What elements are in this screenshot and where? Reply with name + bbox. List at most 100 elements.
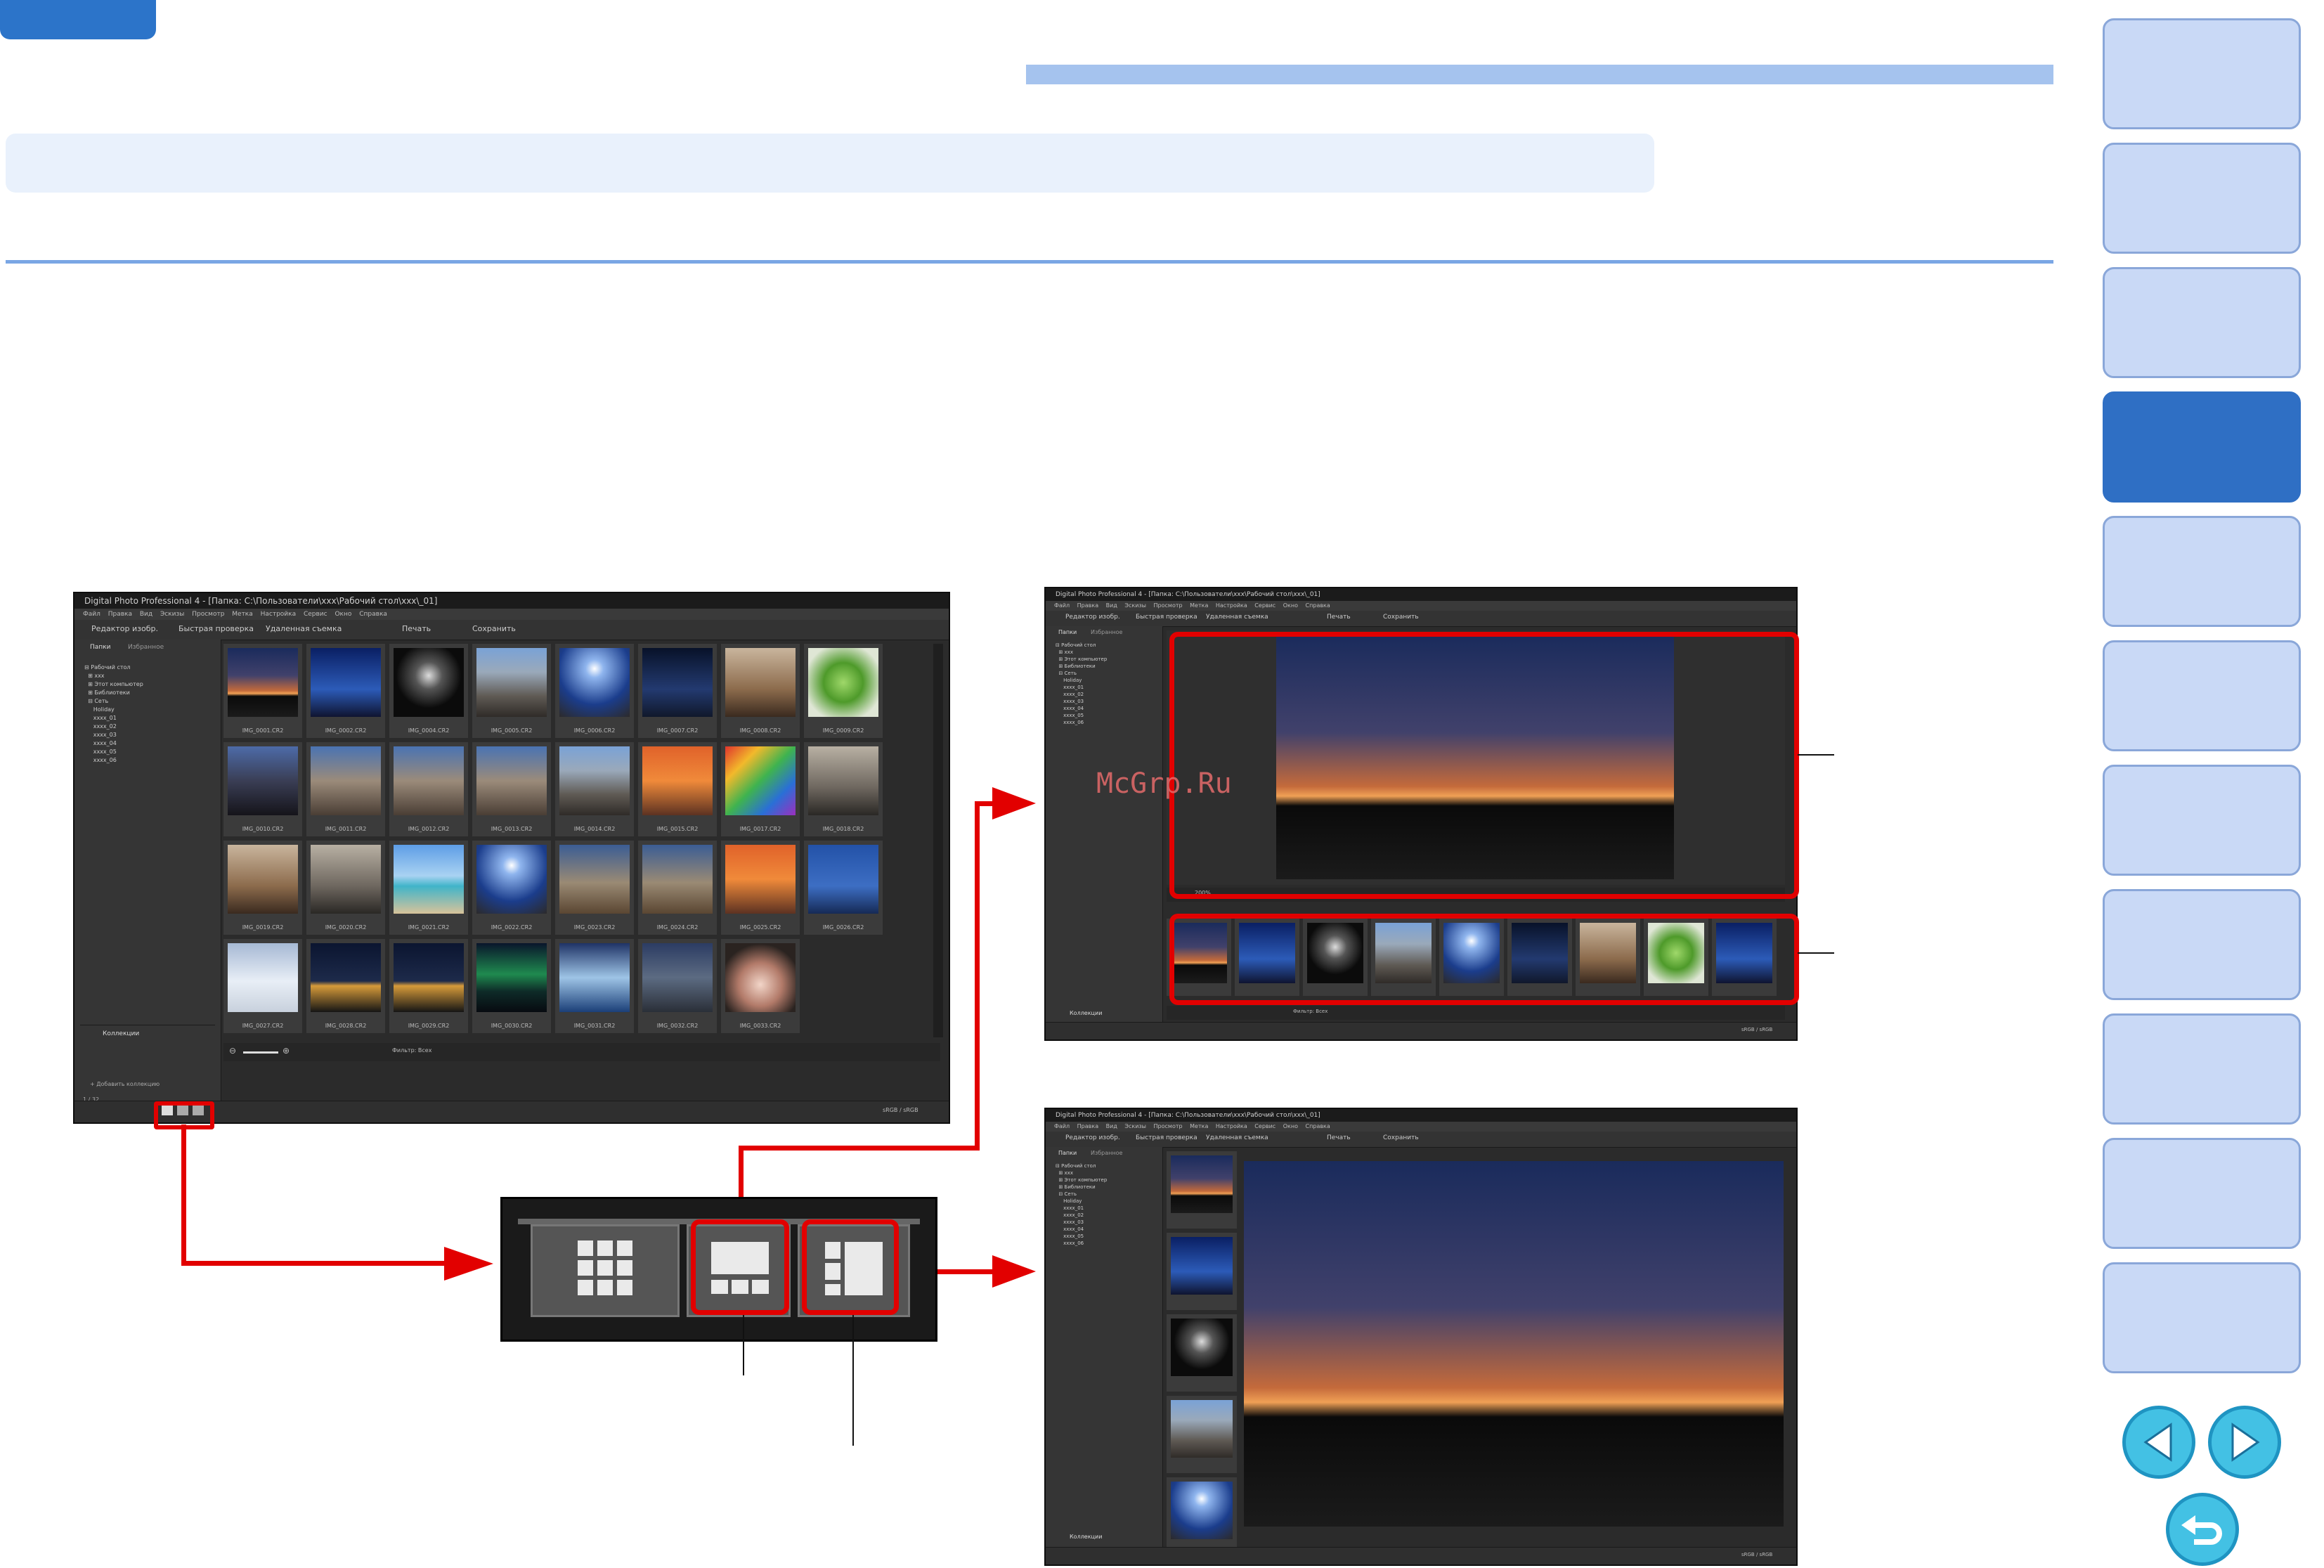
return-button[interactable] [2166,1493,2239,1566]
return-icon [2181,1515,2222,1545]
remote-shooting-button[interactable]: Удаленная съемка [266,624,342,633]
thumbnail-item[interactable]: IMG_0030.CR2 [472,939,551,1033]
print-button[interactable]: Печать [402,624,431,633]
folder-tree[interactable]: ⊟ Рабочий стол ⊞ xxx ⊞ Этот компьютер ⊞ … [1056,642,1107,726]
print-button[interactable]: Печать [1327,614,1351,621]
menu-bar[interactable]: Файл Правка Вид Эскизы Просмотр Метка На… [1046,601,1796,611]
prev-page-button[interactable] [2122,1406,2195,1479]
collections-label[interactable]: Коллекции [1070,1010,1102,1016]
thumbnail-item[interactable]: IMG_0018.CR2 [804,742,883,836]
filter-label[interactable]: Фильтр: Всех [1293,1009,1327,1014]
arrow-right-icon [2231,1423,2260,1462]
collections-label[interactable]: Коллекции [103,1030,139,1037]
thumbnail-item[interactable]: IMG_0020.CR2 [306,841,385,935]
grid-layout-button[interactable] [531,1224,680,1317]
thumbnail-image [808,648,878,717]
thumbnail-item[interactable]: IMG_0014.CR2 [555,742,634,836]
thumbnail-item[interactable]: IMG_0015.CR2 [638,742,717,836]
thumbnail-item[interactable]: IMG_0008.CR2 [721,644,800,738]
menu-bar[interactable]: Файл Правка Вид Эскизы Просмотр Метка На… [74,609,949,620]
thumbnail-item[interactable]: IMG_0004.CR2 [389,644,468,738]
thumbnail-image [394,943,464,1012]
print-button[interactable]: Печать [1327,1134,1351,1141]
thumbnail-item[interactable]: IMG_0024.CR2 [638,841,717,935]
thumbnail-item[interactable]: IMG_0021.CR2 [389,841,468,935]
nav-tab[interactable] [2103,516,2301,627]
thumbnail-item[interactable]: IMG_0006.CR2 [555,644,634,738]
nav-tab[interactable] [2103,765,2301,876]
thumbnail-item[interactable]: IMG_0033.CR2 [721,939,800,1033]
thumbnail-item[interactable]: IMG_0001.CR2 [223,644,302,738]
thumbnail-item[interactable]: IMG_0025.CR2 [721,841,800,935]
thumbnail-item[interactable]: IMG_0009.CR2 [804,644,883,738]
thumbnail-item[interactable]: IMG_0002.CR2 [306,644,385,738]
nav-tab[interactable] [2103,640,2301,751]
thumbnail-item[interactable]: IMG_0031.CR2 [555,939,634,1033]
thumbnail-item[interactable]: IMG_0013.CR2 [472,742,551,836]
filmstrip-item[interactable] [1167,1477,1237,1555]
nav-tab[interactable] [2103,889,2301,1000]
thumbnail-label: IMG_0002.CR2 [325,727,367,734]
quick-check-button[interactable]: Быстрая проверка [178,624,254,633]
status-bar: sRGB / sRGB [1046,1547,1796,1564]
thumbnail-item[interactable]: IMG_0010.CR2 [223,742,302,836]
thumbnail-item[interactable]: IMG_0019.CR2 [223,841,302,935]
tab-folders[interactable]: Папки [1058,629,1077,635]
filmstrip-item[interactable] [1167,1396,1237,1473]
save-button[interactable]: Сохранить [472,624,516,633]
tab-favorites[interactable]: Избранное [1091,1150,1122,1156]
thumbnail-label: IMG_0018.CR2 [822,826,864,832]
save-button[interactable]: Сохранить [1383,614,1419,621]
thumbnail-item[interactable]: IMG_0026.CR2 [804,841,883,935]
thumbnail-image [808,845,878,914]
quick-check-button[interactable]: Быстрая проверка [1136,614,1197,621]
thumbnail-item[interactable]: IMG_0007.CR2 [638,644,717,738]
thumbnail-label: IMG_0001.CR2 [242,727,284,734]
filmstrip-item[interactable] [1167,1314,1237,1392]
thumbnail-size-slider[interactable] [243,1051,278,1054]
nav-tab[interactable] [2103,18,2301,129]
filmstrip-item[interactable] [1167,1151,1237,1229]
nav-tab[interactable] [2103,267,2301,378]
grid-scrollbar[interactable] [933,644,943,1037]
nav-tab-active[interactable] [2103,391,2301,503]
collections-label[interactable]: Коллекции [1070,1534,1102,1540]
editor-button[interactable]: Редактор изобр. [91,624,158,633]
thumbnail-image [311,746,381,815]
folder-tree[interactable]: ⊟ Рабочий стол ⊞ xxx ⊞ Этот компьютер ⊞ … [1056,1162,1107,1247]
editor-button[interactable]: Редактор изобр. [1065,1134,1120,1141]
nav-tab[interactable] [2103,1262,2301,1373]
filmstrip-item[interactable] [1167,1233,1237,1310]
filter-label[interactable]: Фильтр: Всех [392,1047,431,1054]
save-button[interactable]: Сохранить [1383,1134,1419,1141]
nav-tab[interactable] [2103,1138,2301,1249]
thumbnail-item[interactable]: IMG_0022.CR2 [472,841,551,935]
folder-tree[interactable]: ⊟ Рабочий стол ⊞ xxx ⊞ Этот компьютер ⊞ … [84,663,143,765]
zoom-out-icon[interactable]: ⊖ [229,1046,236,1056]
thumbnail-item[interactable]: IMG_0017.CR2 [721,742,800,836]
nav-tab[interactable] [2103,1013,2301,1125]
tab-favorites[interactable]: Избранное [128,644,164,651]
thumbnail-label: IMG_0011.CR2 [325,826,367,832]
zoom-in-icon[interactable]: ⊕ [283,1046,290,1056]
thumbnail-item[interactable]: IMG_0027.CR2 [223,939,302,1033]
remote-shooting-button[interactable]: Удаленная съемка [1206,614,1268,621]
leader-line [1798,754,1834,756]
editor-button[interactable]: Редактор изобр. [1065,614,1120,621]
remote-shooting-button[interactable]: Удаленная съемка [1206,1134,1268,1141]
thumbnail-item[interactable]: IMG_0029.CR2 [389,939,468,1033]
thumbnail-item[interactable]: IMG_0012.CR2 [389,742,468,836]
tab-favorites[interactable]: Избранное [1091,629,1122,635]
thumbnail-item[interactable]: IMG_0023.CR2 [555,841,634,935]
thumbnail-item[interactable]: IMG_0005.CR2 [472,644,551,738]
nav-tab[interactable] [2103,143,2301,254]
tab-folders[interactable]: Папки [1058,1150,1077,1156]
menu-bar[interactable]: Файл Правка Вид Эскизы Просмотр Метка На… [1046,1122,1796,1132]
thumbnail-item[interactable]: IMG_0032.CR2 [638,939,717,1033]
quick-check-button[interactable]: Быстрая проверка [1136,1134,1197,1141]
next-page-button[interactable] [2208,1406,2281,1479]
thumbnail-item[interactable]: IMG_0011.CR2 [306,742,385,836]
add-collection-button[interactable]: + Добавить коллекцию [90,1081,160,1087]
tab-folders[interactable]: Папки [90,644,110,651]
thumbnail-item[interactable]: IMG_0028.CR2 [306,939,385,1033]
